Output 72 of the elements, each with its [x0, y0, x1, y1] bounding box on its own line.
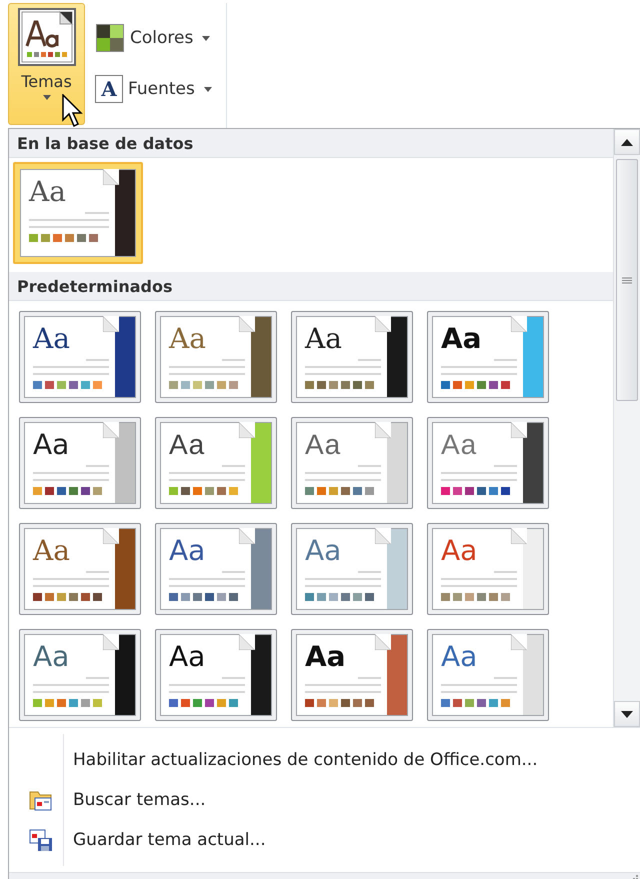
- folded-corner-icon: [511, 528, 527, 544]
- folded-corner-icon: [239, 422, 255, 438]
- theme-sample-text: Aa: [441, 429, 478, 461]
- theme-sample-text: Aa: [169, 323, 207, 355]
- menu-item[interactable]: Habilitar actualizaciones de contenido de Office.com...: [9, 740, 640, 780]
- down-arrow-icon: [621, 710, 633, 718]
- theme-thumbnail[interactable]: Aa: [291, 311, 413, 403]
- theme-thumbnail[interactable]: Aa: [13, 162, 143, 264]
- theme-sample-text: Aa: [305, 323, 343, 355]
- theme-thumbnail[interactable]: Aa: [291, 523, 413, 615]
- folded-corner-icon: [511, 422, 527, 438]
- theme-thumbnail[interactable]: Aa: [19, 629, 141, 721]
- folded-corner-icon: [375, 316, 391, 332]
- theme-thumbnail[interactable]: Aa: [155, 311, 277, 403]
- save-icon: [29, 828, 53, 852]
- theme-sample-text: Aa: [169, 429, 206, 461]
- folded-corner-icon: [375, 634, 391, 650]
- color-squares-icon: [95, 23, 125, 53]
- folded-corner-icon: [103, 316, 119, 332]
- theme-sample-text: Aa: [305, 641, 347, 673]
- theme-page-icon: [18, 8, 76, 66]
- theme-thumbnail[interactable]: Aa: [155, 523, 277, 615]
- theme-thumbnail[interactable]: Aa: [155, 629, 277, 721]
- theme-thumbnail[interactable]: Aa: [291, 629, 413, 721]
- theme-thumbnail[interactable]: Aa: [19, 311, 141, 403]
- theme-sample-text: Aa: [33, 323, 71, 355]
- theme-thumbnail[interactable]: Aa: [427, 629, 549, 721]
- theme-thumbnail[interactable]: Aa: [19, 523, 141, 615]
- folded-corner-icon: [239, 528, 255, 544]
- grip-icon: [622, 276, 632, 284]
- theme-thumbnail[interactable]: Aa: [427, 417, 549, 509]
- theme-sample-text: Aa: [33, 535, 71, 567]
- ribbon-menu-button[interactable]: A Fuentes: [91, 73, 216, 105]
- ribbon-menu-button[interactable]: Colores: [91, 21, 216, 55]
- theme-sample-text: Aa: [441, 641, 478, 673]
- up-arrow-icon: [621, 138, 633, 146]
- folded-corner-icon: [103, 169, 119, 185]
- caret-icon: [204, 86, 212, 92]
- theme-thumbnail[interactable]: Aa: [427, 523, 549, 615]
- menu-item[interactable]: Guardar tema actual...: [9, 820, 640, 860]
- theme-sample-text: Aa: [33, 429, 70, 461]
- folded-corner-icon: [375, 528, 391, 544]
- folded-corner-icon: [103, 528, 119, 544]
- section-header: Predeterminados: [9, 272, 613, 301]
- theme-sample-text: Aa: [441, 535, 478, 567]
- theme-sample-text: Aa: [29, 176, 67, 208]
- folded-corner-icon: [375, 422, 391, 438]
- caret-icon: [42, 95, 50, 100]
- scrollbar-thumb[interactable]: [616, 159, 638, 401]
- section-header: En la base de datos: [9, 129, 613, 158]
- theme-thumbnail[interactable]: Aa: [19, 417, 141, 509]
- themes-button[interactable]: Temas: [8, 3, 85, 125]
- scroll-down-button[interactable]: [614, 701, 640, 727]
- theme-thumbnail[interactable]: Aa: [155, 417, 277, 509]
- caret-icon: [202, 36, 210, 40]
- folded-corner-icon: [511, 634, 527, 650]
- theme-sample-text: Aa: [305, 535, 342, 567]
- font-icon: A: [95, 75, 123, 103]
- folded-corner-icon: [239, 634, 255, 650]
- menu-item[interactable]: Buscar temas...: [9, 780, 640, 820]
- theme-sample-text: Aa: [441, 323, 483, 355]
- folded-corner-icon: [239, 316, 255, 332]
- scroll-up-button[interactable]: [614, 129, 640, 155]
- theme-sample-text: Aa: [169, 535, 206, 567]
- theme-thumbnail[interactable]: Aa: [427, 311, 549, 403]
- folded-corner-icon: [103, 634, 119, 650]
- folded-corner-icon: [511, 316, 527, 332]
- theme-sample-text: Aa: [33, 641, 70, 673]
- theme-sample-text: Aa: [305, 429, 342, 461]
- theme-thumbnail[interactable]: Aa: [291, 417, 413, 509]
- folded-corner-icon: [103, 422, 119, 438]
- theme-sample-text: Aa: [169, 641, 206, 673]
